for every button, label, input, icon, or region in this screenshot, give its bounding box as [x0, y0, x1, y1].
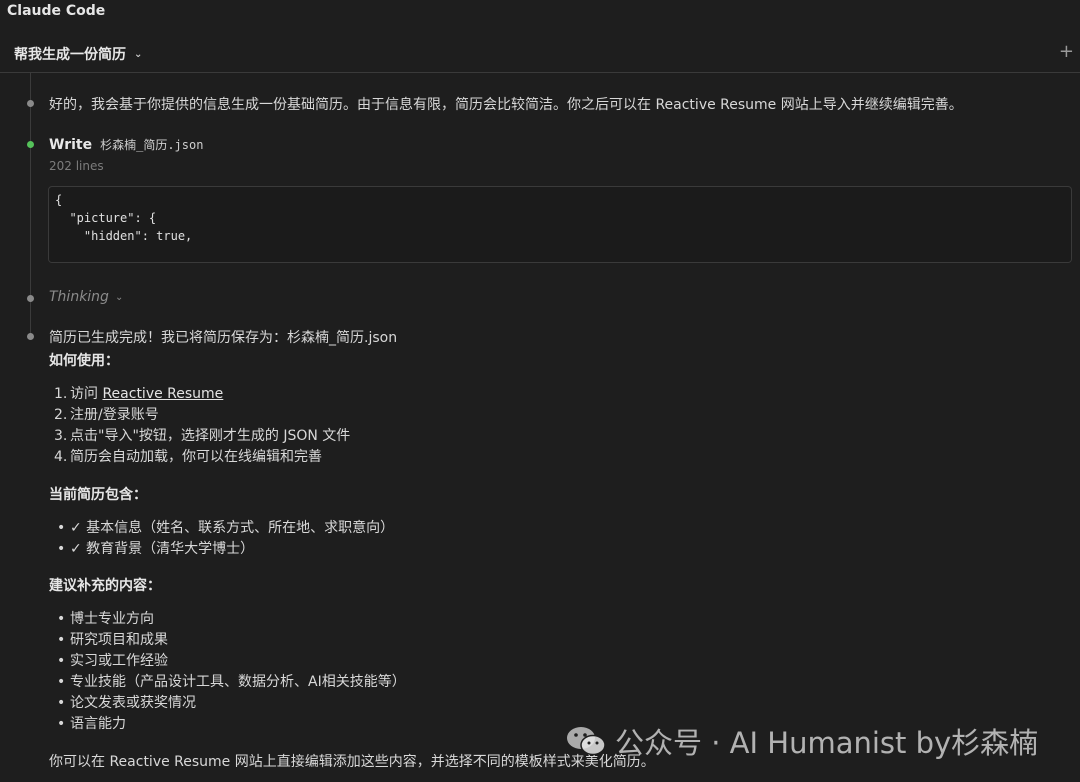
suggest-heading: 建议补充的内容： [49, 578, 161, 594]
session-tabbar: 帮我生成一份简历 ⌄ + [0, 34, 1080, 73]
truncated-previous-line: ▁▁ ▁▁▁ ▁ [48, 64, 98, 72]
assistant-message-intro: 好的，我会基于你提供的信息生成一份基础简历。由于信息有限，简历会比较简洁。你之后… [49, 97, 963, 113]
write-tool-label: Write [49, 137, 93, 153]
step-number: 3. [54, 428, 68, 444]
write-tool-header[interactable]: Write 杉森楠_简历.json [49, 136, 203, 153]
suggest-item: 博士专业方向 [70, 611, 154, 627]
chevron-down-icon: ⌄ [134, 48, 143, 60]
timeline-dot-active [27, 141, 34, 148]
reactive-resume-link[interactable]: Reactive Resume [102, 386, 223, 402]
code-line: "hidden": true, [55, 229, 193, 243]
step-number: 2. [54, 407, 68, 423]
contains-item: ✓ 基本信息（姓名、联系方式、所在地、求职意向） [70, 520, 395, 536]
contains-item: ✓ 教育背景（清华大学博士） [70, 541, 255, 557]
watermark: 公众号 · AI Humanist by杉森楠 [565, 720, 1038, 762]
timeline-dot [27, 333, 34, 340]
code-line: { [55, 193, 63, 207]
plus-icon[interactable]: + [1059, 41, 1074, 62]
how-to-heading: 如何使用： [49, 353, 119, 369]
step-number: 1. [54, 386, 68, 402]
thinking-toggle[interactable]: Thinking ⌄ [49, 289, 123, 305]
session-title-button[interactable]: 帮我生成一份简历 ⌄ [14, 44, 142, 64]
step-text: 点击"导入"按钮，选择刚才生成的 JSON 文件 [70, 428, 351, 444]
session-title-text: 帮我生成一份简历 [14, 47, 126, 63]
step-text: 访问 Reactive Resume [70, 384, 223, 405]
code-line: "picture": { [55, 211, 157, 225]
closing-text: 你可以在 Reactive Resume 网站上直接编辑添加这些内容，并选择不同… [49, 754, 655, 770]
step-text: 简历会自动加载，你可以在线编辑和完善 [70, 449, 322, 465]
assistant-message-done: 简历已生成完成！我已将简历保存为：杉森楠_简历.json [49, 330, 398, 346]
step-prefix: 访问 [70, 386, 103, 402]
timeline-dot [27, 295, 34, 302]
code-preview[interactable]: { "picture": { "hidden": true, [48, 186, 1072, 263]
suggest-item: 实习或工作经验 [70, 653, 168, 669]
suggest-item: 论文发表或获奖情况 [70, 695, 196, 711]
write-tool-filename: 杉森楠_简历.json [100, 138, 204, 152]
suggest-item: 研究项目和成果 [70, 632, 168, 648]
write-line-count: 202 lines [49, 159, 104, 173]
chevron-down-icon: ⌄ [114, 291, 124, 303]
watermark-text: 公众号 · AI Humanist by杉森楠 [615, 726, 1039, 760]
contains-heading: 当前简历包含： [49, 487, 147, 503]
thinking-label: Thinking [49, 289, 109, 305]
app-title: Claude Code [7, 3, 106, 19]
timeline-dot [27, 100, 34, 107]
step-text: 注册/登录账号 [70, 407, 159, 423]
code-fade-overlay [49, 244, 1071, 262]
suggest-item: 专业技能（产品设计工具、数据分析、AI相关技能等） [70, 674, 406, 690]
suggest-item: 语言能力 [70, 716, 126, 732]
wechat-icon [565, 724, 607, 758]
step-number: 4. [54, 449, 68, 465]
